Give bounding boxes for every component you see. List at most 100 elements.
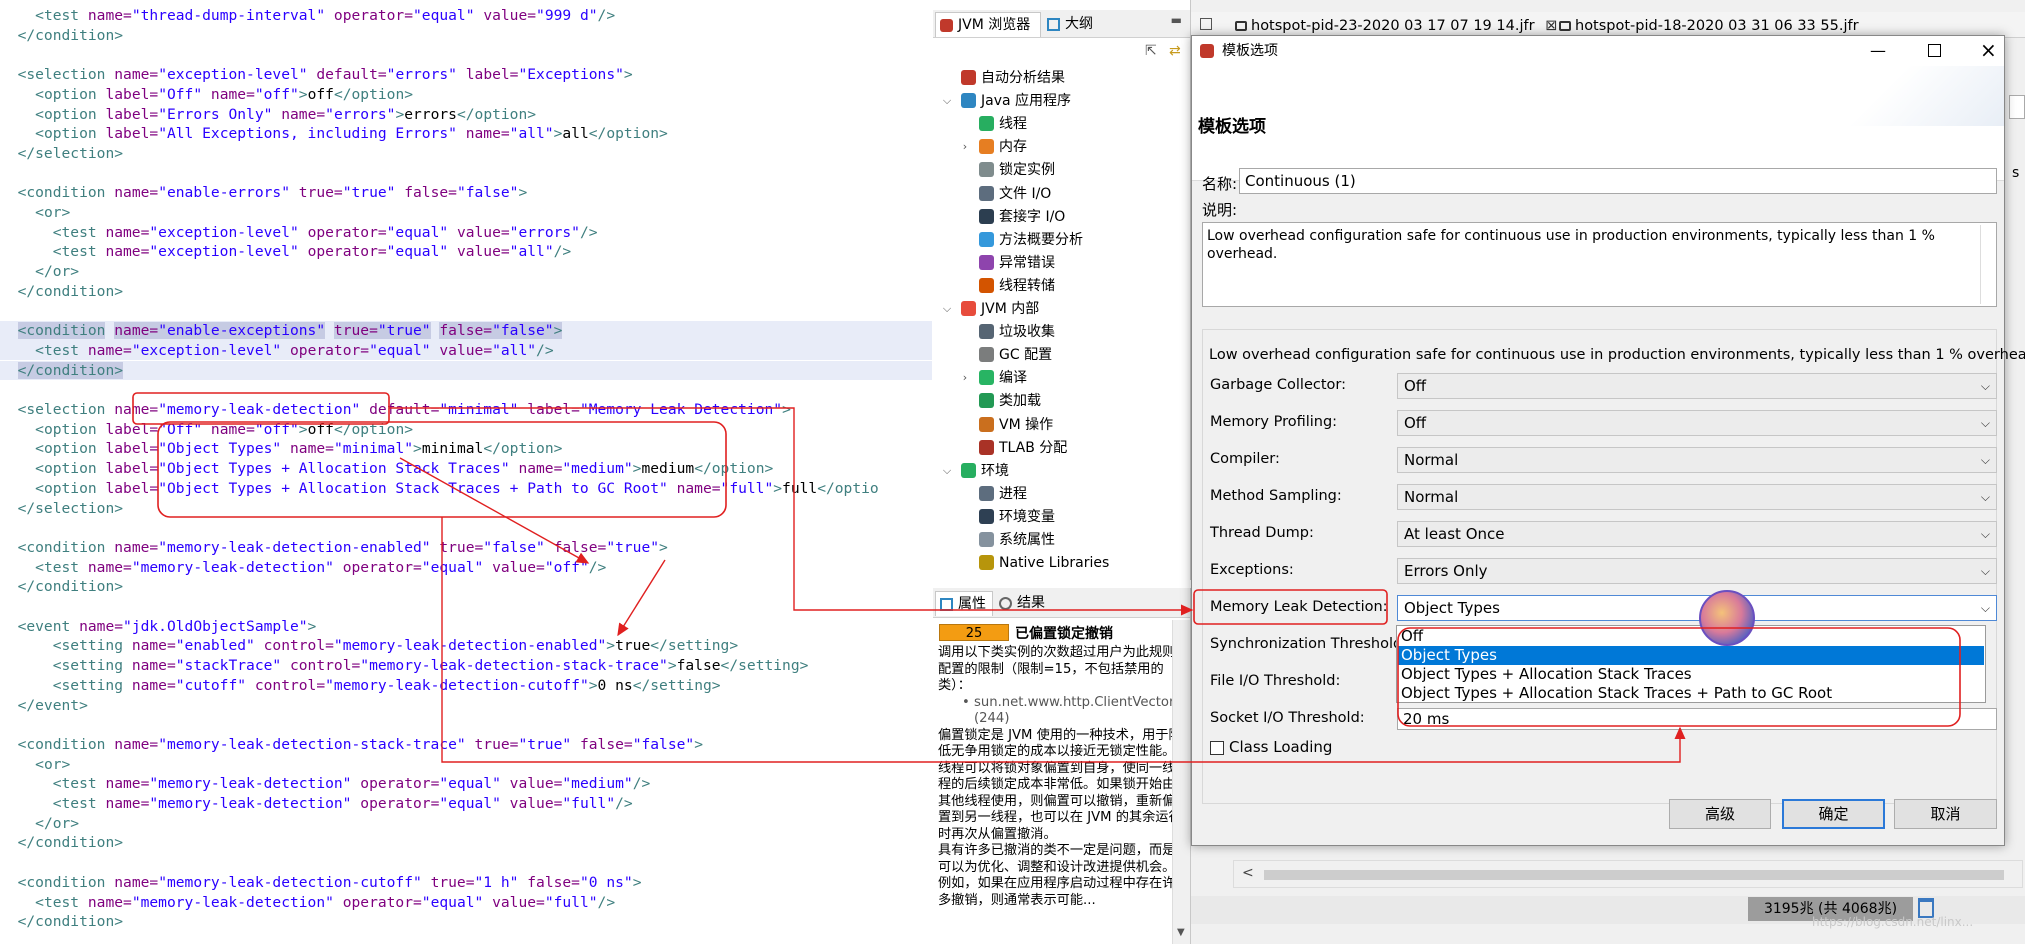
xml-line[interactable]: <test name="memory-leak-detection" opera… (0, 558, 932, 578)
collapse-icon[interactable]: › (959, 371, 971, 384)
xml-line[interactable] (0, 380, 932, 400)
tree-item[interactable]: 内存 (979, 136, 1027, 158)
ok-button[interactable]: 确定 (1782, 799, 1885, 829)
setting-combo[interactable]: Object Types ⌵ (1397, 595, 1997, 621)
xml-line[interactable]: <selection name="memory-leak-detection" … (0, 400, 932, 420)
tree-item[interactable]: TLAB 分配 (979, 437, 1067, 459)
xml-line[interactable]: </condition> (0, 26, 932, 46)
xml-line[interactable] (0, 164, 932, 184)
link-icon[interactable]: ⇄ (1169, 43, 1181, 59)
scroll-left-icon[interactable]: < (1242, 865, 1254, 881)
xml-line[interactable]: <option label="Off" name="off">off</opti… (0, 420, 932, 440)
tree-item[interactable]: 环境变量 (979, 506, 1055, 528)
tree-item[interactable]: 编译 (979, 367, 1027, 389)
chevron-down-icon[interactable]: ⌵ (1981, 559, 1990, 583)
horizontal-scrollbar[interactable]: < (1233, 860, 2023, 888)
xml-line[interactable]: <setting name="enabled" control="memory-… (0, 636, 932, 656)
advanced-button[interactable]: 高级 (1669, 799, 1771, 829)
xml-line[interactable]: <test name="exception-level" operator="e… (0, 340, 932, 361)
dropdown-option[interactable]: Object Types + Allocation Stack Traces (1398, 665, 1984, 684)
tree-item[interactable]: 线程 (979, 113, 1027, 135)
scroll-down-icon[interactable]: ▼ (1177, 927, 1185, 938)
xml-line[interactable]: <test name="memory-leak-detection" opera… (0, 774, 932, 794)
dropdown-option[interactable]: Object Types (1398, 646, 1984, 665)
setting-combo[interactable]: Off ⌵ (1397, 410, 1997, 436)
xml-line[interactable]: </or> (0, 814, 932, 834)
setting-combo[interactable]: Normal ⌵ (1397, 484, 1997, 510)
tree-item[interactable]: 异常错误 (979, 252, 1055, 274)
chevron-down-icon[interactable]: ⌵ (1981, 411, 1990, 435)
xml-line[interactable] (0, 597, 932, 617)
dropdown-option[interactable]: Off (1398, 627, 1984, 646)
xml-line[interactable]: </event> (0, 696, 932, 716)
xml-line[interactable]: </condition> (0, 912, 932, 932)
xml-line[interactable]: <condition name="memory-leak-detection-e… (0, 538, 932, 558)
xml-line[interactable]: <setting name="stackTrace" control="memo… (0, 656, 932, 676)
expand-icon[interactable]: ⌵ (941, 94, 953, 108)
xml-line[interactable]: <or> (0, 755, 932, 775)
chevron-down-icon[interactable]: ⌵ (1981, 522, 1990, 546)
chevron-down-icon[interactable]: ⌵ (1981, 448, 1990, 472)
cancel-button[interactable]: 取消 (1894, 799, 1997, 829)
xml-line[interactable]: </selection> (0, 144, 932, 164)
xml-line[interactable]: <option label="Object Types + Allocation… (0, 459, 932, 479)
xml-line[interactable]: <setting name="cutoff" control="memory-l… (0, 676, 932, 696)
dropdown-option[interactable]: Object Types + Allocation Stack Traces +… (1398, 684, 1984, 703)
xml-line[interactable]: <condition name="enable-errors" true="tr… (0, 183, 932, 203)
xml-line[interactable]: <option label="Object Types + Allocation… (0, 479, 932, 499)
xml-line[interactable]: <test name="exception-level" operator="e… (0, 223, 932, 243)
tab-jvm-browser[interactable]: JVM 浏览器 (935, 12, 1041, 37)
xml-line[interactable]: <option label="All Exceptions, including… (0, 124, 932, 144)
xml-editor[interactable]: <test name="thread-dump-interval" operat… (0, 0, 932, 944)
tree-item[interactable]: 系统属性 (979, 529, 1055, 551)
xml-line[interactable]: </condition> (0, 360, 932, 381)
chevron-down-icon[interactable]: ⌵ (1981, 485, 1990, 509)
textarea-scrollbar[interactable] (1980, 225, 1994, 304)
description-textarea[interactable]: Low overhead configuration safe for cont… (1202, 222, 1997, 307)
minimize-window-icon[interactable]: — (1870, 36, 1886, 66)
tree-item[interactable]: VM 操作 (979, 414, 1053, 436)
xml-line[interactable]: <test name="thread-dump-interval" operat… (0, 6, 932, 26)
tree-item[interactable]: 进程 (979, 483, 1027, 505)
tree-item[interactable]: 套接字 I/O (979, 206, 1065, 228)
xml-line[interactable]: </selection> (0, 499, 932, 519)
tree-item[interactable]: GC 配置 (979, 344, 1052, 366)
setting-combo[interactable]: Errors Only ⌵ (1397, 558, 1997, 584)
memory-leak-dropdown-list[interactable]: Off Object Types Object Types + Allocation… (1396, 625, 1986, 703)
tab-results[interactable]: 结果 (995, 591, 1055, 616)
scrollbar-thumb[interactable] (1264, 870, 2004, 880)
xml-line[interactable]: <event name="jdk.OldObjectSample"> (0, 617, 932, 637)
class-loading-checkbox[interactable] (1210, 741, 1224, 755)
close-window-icon[interactable]: × (1980, 35, 1997, 65)
collapse-all-icon[interactable]: ⇱ (1145, 43, 1157, 59)
setting-combo[interactable]: Off ⌵ (1397, 373, 1997, 399)
socket-io-threshold-input[interactable]: 20 ms (1397, 708, 1997, 730)
xml-line[interactable]: <option label="Errors Only" name="errors… (0, 105, 932, 125)
xml-line[interactable] (0, 45, 932, 65)
tree-item[interactable]: Java 应用程序 (961, 90, 1071, 112)
xml-line[interactable]: </condition> (0, 577, 932, 597)
tab-properties[interactable]: 属性 (935, 591, 993, 616)
xml-line[interactable]: <condition name="memory-leak-detection-c… (0, 873, 932, 893)
setting-combo[interactable]: Normal ⌵ (1397, 447, 1997, 473)
tree-item[interactable]: 锁定实例 (979, 159, 1055, 181)
xml-line[interactable]: <condition name="memory-leak-detection-s… (0, 735, 932, 755)
xml-line[interactable]: <condition name="enable-exceptions" true… (0, 321, 932, 341)
maximize-window-icon[interactable] (1928, 44, 1941, 57)
tree-item[interactable]: 类加载 (979, 390, 1041, 412)
tree-item[interactable]: 线程转储 (979, 275, 1055, 297)
xml-line[interactable]: <test name="memory-leak-detection" opera… (0, 794, 932, 814)
xml-line[interactable]: <test name="memory-leak-detection" opera… (0, 893, 932, 913)
tree-item[interactable]: Native Libraries (979, 552, 1109, 574)
xml-line[interactable]: <selection name="exception-level" defaul… (0, 65, 932, 85)
tree-item[interactable]: 环境 (961, 460, 1009, 482)
name-input[interactable]: Continuous (1) (1239, 168, 1997, 194)
chevron-down-icon[interactable]: ⌵ (1981, 596, 1990, 620)
expand-icon[interactable]: ⌵ (941, 302, 953, 316)
xml-line[interactable]: </condition> (0, 833, 932, 853)
setting-combo[interactable]: At least Once ⌵ (1397, 521, 1997, 547)
tree-item[interactable]: 文件 I/O (979, 183, 1051, 205)
collapse-icon[interactable]: › (959, 140, 971, 153)
props-scrollbar[interactable]: ▼ (1172, 620, 1190, 944)
xml-line[interactable]: <option label="Object Types" name="minim… (0, 439, 932, 459)
